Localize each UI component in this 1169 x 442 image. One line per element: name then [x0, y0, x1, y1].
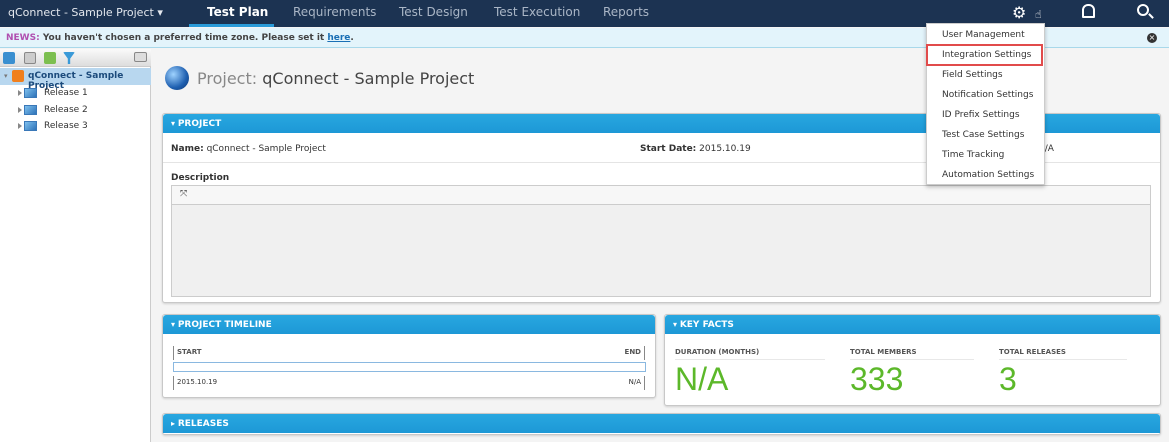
filter-icon[interactable]	[63, 52, 75, 64]
add-release-icon[interactable]	[3, 52, 15, 64]
tree-item-label: Release 3	[44, 121, 88, 131]
total-releases-label: TOTAL RELEASES	[999, 348, 1127, 360]
set-timezone-link[interactable]: here	[327, 33, 350, 43]
page-title-value: qConnect - Sample Project	[262, 69, 475, 88]
project-selector[interactable]: qConnect - Sample Project ▾	[8, 6, 163, 19]
start-date-field: Start Date: 2015.10.19	[640, 144, 751, 154]
timeline-start-label: START	[173, 346, 202, 360]
tree-item-release-1[interactable]: Release 1	[18, 88, 88, 98]
key-facts-panel: KEY FACTS DURATION (MONTHS) N/A TOTAL ME…	[664, 314, 1161, 406]
tree-toolbar	[0, 49, 151, 67]
timeline-end-value: N/A	[629, 376, 645, 390]
timeline-end-label: END	[625, 346, 645, 360]
total-members-value: 333	[850, 361, 904, 397]
active-tab-indicator	[189, 24, 274, 27]
menu-item-user-management[interactable]: User Management	[942, 30, 1025, 40]
tab-test-execution[interactable]: Test Execution	[494, 5, 580, 19]
timeline-bar	[173, 362, 646, 372]
tab-test-design[interactable]: Test Design	[399, 5, 468, 19]
tree-item-label: Release 2	[44, 105, 88, 115]
release-icon	[24, 105, 37, 115]
start-date-value: 2015.10.19	[699, 144, 751, 154]
tree-panel: ▾ qConnect - Sample Project Release 1 Re…	[0, 49, 151, 442]
add-folder-icon[interactable]	[24, 52, 36, 64]
page-title-key: Project:	[197, 69, 258, 88]
maximize-icon[interactable]: ⤧	[172, 186, 1150, 205]
news-label: NEWS:	[6, 33, 40, 43]
bell-icon[interactable]	[1082, 4, 1095, 18]
project-timeline-panel: PROJECT TIMELINE START END 2015.10.19 N/…	[162, 314, 656, 398]
page-title: Project: qConnect - Sample Project	[197, 69, 474, 88]
project-selector-label: qConnect - Sample Project	[8, 6, 154, 19]
menu-item-time-tracking[interactable]: Time Tracking	[942, 150, 1004, 160]
start-date-label: Start Date:	[640, 144, 697, 154]
home-icon	[12, 70, 24, 82]
timeline-start-value: 2015.10.19	[173, 376, 217, 390]
expand-icon: ▾	[4, 72, 8, 80]
total-members-label: TOTAL MEMBERS	[850, 348, 974, 360]
name-label: Name:	[171, 144, 204, 154]
hand-cursor-icon: ☝	[1035, 8, 1042, 21]
expand-icon	[18, 107, 22, 113]
expand-icon	[18, 90, 22, 96]
key-facts-panel-header[interactable]: KEY FACTS	[665, 315, 1160, 334]
chevron-down-icon: ▾	[157, 6, 163, 19]
duration-value: N/A	[675, 361, 729, 397]
menu-item-id-prefix-settings[interactable]: ID Prefix Settings	[942, 110, 1020, 120]
highlight-box	[926, 44, 1043, 66]
tree-item-label: Release 1	[44, 88, 88, 98]
duration-label: DURATION (MONTHS)	[675, 348, 825, 360]
news-text: You haven't chosen a preferred time zone…	[42, 33, 328, 43]
menu-item-notification-settings[interactable]: Notification Settings	[942, 90, 1033, 100]
description-label: Description	[171, 173, 230, 183]
tree-item-release-3[interactable]: Release 3	[18, 121, 88, 131]
recycle-icon[interactable]	[44, 52, 56, 64]
tab-reports[interactable]: Reports	[603, 5, 649, 19]
tab-requirements[interactable]: Requirements	[293, 5, 376, 19]
menu-item-field-settings[interactable]: Field Settings	[942, 70, 1003, 80]
close-icon[interactable]: ×	[1147, 33, 1157, 43]
globe-icon	[165, 66, 189, 90]
tree-root-item[interactable]: ▾ qConnect - Sample Project	[0, 68, 151, 91]
releases-panel-header[interactable]: RELEASES	[163, 414, 1160, 433]
releases-panel: RELEASES	[162, 413, 1161, 435]
tree-item-release-2[interactable]: Release 2	[18, 105, 88, 115]
release-icon	[24, 88, 37, 98]
menu-item-automation-settings[interactable]: Automation Settings	[942, 170, 1034, 180]
tab-test-plan[interactable]: Test Plan	[207, 5, 268, 19]
description-editor[interactable]: ⤧	[171, 185, 1151, 297]
name-value: qConnect - Sample Project	[206, 144, 326, 154]
collapse-panel-icon[interactable]	[134, 52, 147, 62]
timeline-panel-header[interactable]: PROJECT TIMELINE	[163, 315, 655, 334]
total-releases-value: 3	[999, 361, 1017, 397]
expand-icon	[18, 123, 22, 129]
search-icon-handle	[1148, 13, 1154, 19]
gear-icon[interactable]: ⚙	[1012, 3, 1026, 22]
project-name-field: Name: qConnect - Sample Project	[171, 144, 326, 154]
menu-item-test-case-settings[interactable]: Test Case Settings	[942, 130, 1024, 140]
release-icon	[24, 121, 37, 131]
news-end: .	[350, 33, 354, 43]
